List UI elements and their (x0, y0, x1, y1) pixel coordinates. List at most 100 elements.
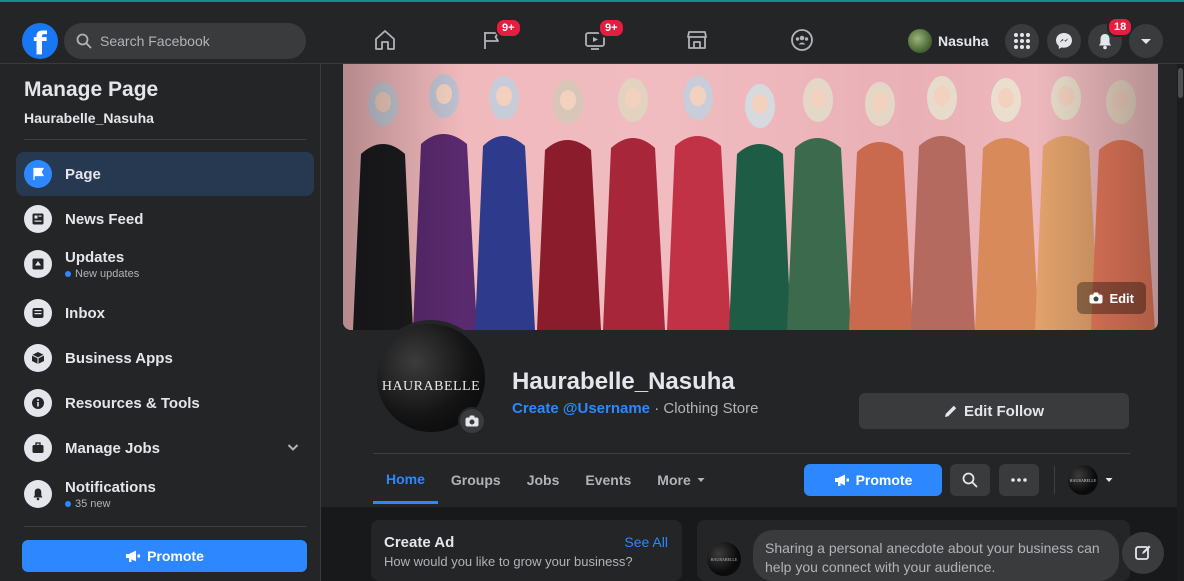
notifications-note: 35 new (75, 497, 111, 510)
page-title: Haurabelle_Nasuha (512, 368, 735, 395)
inbox-icon (24, 299, 52, 327)
caret-down-icon (697, 478, 705, 482)
watch-icon[interactable]: 9+ (580, 18, 625, 56)
camera-icon (465, 415, 479, 427)
page-avatar: HAURABELLE (1068, 465, 1098, 495)
tab-label: Groups (450, 472, 501, 488)
voice-selector-button[interactable]: HAURABELLE (1068, 464, 1122, 496)
news-feed-icon (24, 205, 52, 233)
profile-shortcut[interactable]: Nasuha (908, 24, 989, 58)
compose-icon (1135, 545, 1151, 560)
camera-icon (1089, 292, 1103, 304)
groups-icon[interactable] (787, 24, 817, 56)
tab-events[interactable]: Events (572, 456, 644, 504)
sidebar-item-inbox[interactable]: Inbox (16, 291, 314, 335)
pages-flag-icon[interactable]: 9+ (477, 18, 522, 56)
facebook-logo-letter: f (33, 26, 47, 59)
sidebar-item-resources-tools[interactable]: Resources & Tools (16, 381, 314, 425)
manage-page-sidebar: Manage Page Haurabelle_Nasuha Page News … (0, 64, 321, 581)
promote-label: Promote (855, 472, 913, 488)
divider (1054, 466, 1055, 494)
promote-label: Promote (147, 548, 204, 564)
cover-photo[interactable]: Edit (343, 64, 1158, 330)
top-navigation-bar: f Search Facebook 9+ 9+ Nasuha 18 (0, 0, 1184, 64)
search-placeholder: Search Facebook (100, 33, 210, 49)
messenger-icon (1056, 33, 1072, 49)
page-category: · Clothing Store (654, 400, 759, 417)
tab-label: More (657, 472, 691, 488)
mini-brand-text: HAURABELLE (1069, 477, 1097, 483)
divider (24, 526, 306, 527)
sidebar-item-label: Notifications (65, 478, 156, 496)
sidebar-item-notifications[interactable]: Notifications 35 new (16, 472, 314, 516)
megaphone-icon (126, 550, 141, 562)
sidebar-item-updates[interactable]: Updates New updates (16, 242, 314, 286)
divider (373, 453, 1130, 454)
sidebar-item-news-feed[interactable]: News Feed (16, 197, 314, 241)
sidebar-item-business-apps[interactable]: Business Apps (16, 336, 314, 380)
chevron-down-icon[interactable] (286, 440, 300, 454)
sidebar-item-page[interactable]: Page (16, 152, 314, 196)
megaphone-icon (834, 474, 849, 486)
sidebar-item-manage-jobs[interactable]: Manage Jobs (16, 426, 314, 470)
watch-badge: 9+ (598, 18, 625, 38)
search-page-button[interactable] (950, 464, 990, 496)
edit-follow-label: Edit Follow (964, 402, 1044, 420)
create-post-input[interactable]: Sharing a personal anecdote about your b… (753, 530, 1119, 581)
sidebar-item-label: Manage Jobs (65, 439, 161, 457)
sidebar-item-label: Business Apps (65, 349, 173, 367)
unread-dot (65, 270, 71, 277)
sidebar-title: Manage Page (24, 78, 159, 101)
account-menu-button[interactable] (1129, 24, 1163, 58)
unread-dot (65, 500, 71, 507)
search-input[interactable]: Search Facebook (64, 23, 306, 59)
tab-home[interactable]: Home (373, 456, 438, 504)
create-ad-title: Create Ad (384, 534, 455, 551)
create-ad-card: Create Ad See All How would you like to … (371, 520, 682, 581)
bell-icon (24, 480, 52, 508)
marketplace-icon[interactable] (682, 24, 712, 56)
page-tabs: Home Groups Jobs Events More (373, 456, 719, 506)
updates-icon (24, 250, 52, 278)
cover-image (343, 64, 1158, 330)
tab-label: Jobs (526, 472, 560, 488)
tab-groups[interactable]: Groups (438, 456, 514, 504)
page-avatar: HAURABELLE (707, 542, 741, 576)
info-icon (24, 389, 52, 417)
edit-profile-picture-button[interactable] (458, 407, 486, 435)
sidebar-item-label: Updates (65, 248, 125, 266)
profile-brand-text: HAURABELLE (381, 379, 481, 394)
pages-badge: 9+ (495, 18, 522, 38)
new-message-button[interactable] (1122, 532, 1164, 574)
sidebar-item-label: Inbox (65, 304, 105, 322)
messenger-button[interactable] (1047, 24, 1081, 58)
more-options-button[interactable] (999, 464, 1039, 496)
home-icon[interactable] (370, 24, 400, 56)
caret-down-icon (1141, 39, 1151, 44)
page-scrollbar[interactable] (1177, 64, 1184, 581)
tab-more[interactable]: More (644, 456, 718, 504)
edit-follow-button[interactable]: Edit Follow (859, 393, 1129, 429)
create-username-link[interactable]: Create @Username (512, 400, 650, 417)
post-brand-text: HAURABELLE (710, 556, 738, 562)
promote-button[interactable]: Promote (804, 464, 942, 496)
sidebar-promote-button[interactable]: Promote (22, 540, 307, 572)
notifications-button[interactable]: 18 (1088, 17, 1134, 58)
grid-icon (1014, 33, 1030, 49)
edit-cover-button[interactable]: Edit (1077, 282, 1146, 314)
page-main-area: Edit HAURABELLE Haurabelle_Nasuha Create… (321, 64, 1184, 581)
cube-icon (24, 344, 52, 372)
avatar (908, 29, 932, 53)
see-all-link[interactable]: See All (624, 534, 668, 550)
menu-grid-button[interactable] (1005, 24, 1039, 58)
search-icon (962, 472, 978, 488)
sidebar-item-label: Resources & Tools (65, 394, 200, 412)
tab-jobs[interactable]: Jobs (514, 456, 573, 504)
facebook-logo[interactable]: f (22, 23, 58, 59)
create-ad-subtitle: How would you like to grow your business… (384, 554, 633, 569)
tab-label: Home (386, 470, 425, 487)
ellipsis-icon (1011, 478, 1027, 482)
scrollbar-thumb[interactable] (1178, 68, 1183, 98)
sidebar-item-note: New updates (65, 268, 139, 280)
briefcase-icon (24, 434, 52, 462)
